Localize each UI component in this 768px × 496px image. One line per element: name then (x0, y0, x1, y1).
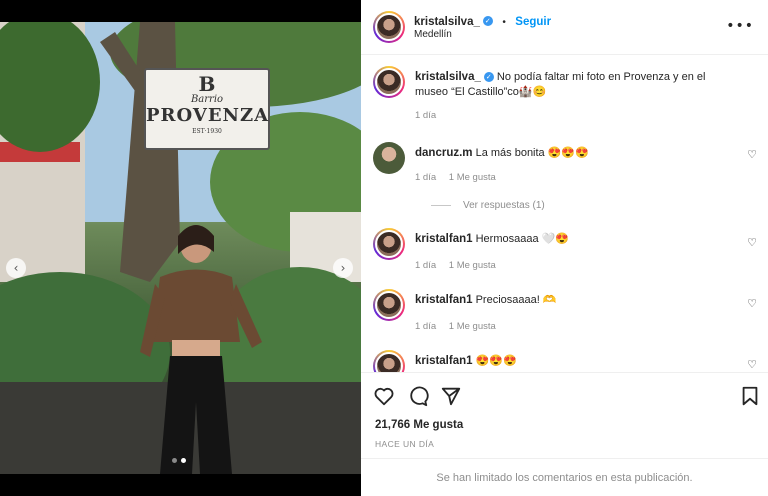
sign-line1: Barrio (190, 94, 224, 105)
post-actions: 21,766 Me gusta HACE UN DÍA (361, 372, 768, 458)
like-heart-icon[interactable] (373, 385, 395, 407)
post-photo[interactable]: B Barrio PROVENZA EST·1930 ‹ › (0, 22, 361, 474)
provenza-sign: B Barrio PROVENZA EST·1930 (144, 68, 270, 150)
caption-author[interactable]: kristalsilva_ (415, 71, 481, 83)
sign-line3: EST·1930 (192, 128, 222, 135)
comment-body: 😍😍😍 (475, 355, 517, 367)
commenter-avatar[interactable] (373, 228, 405, 260)
chevron-left-icon: ‹ (13, 261, 19, 275)
caption-avatar[interactable] (373, 66, 405, 98)
comment-body: Preciosaaaa! 🫶 (475, 294, 557, 306)
comments-list: kristalsilva_ ✓ No podía faltar mi foto e… (361, 56, 768, 372)
verified-badge-icon: ✓ (483, 72, 494, 83)
carousel-indicator (172, 458, 186, 463)
comment-bubble-icon[interactable] (407, 385, 429, 407)
post-location[interactable]: Medellín (414, 29, 452, 40)
comment-author[interactable]: kristalfan1 (415, 233, 473, 245)
author-avatar[interactable] (373, 11, 405, 43)
sign-logo: B (198, 72, 216, 96)
like-comment-heart-icon[interactable]: ♡ (747, 236, 757, 249)
comment-text: kristalfan1 😍😍😍 (415, 354, 735, 369)
carousel-prev-button[interactable]: ‹ (6, 258, 26, 278)
follow-button[interactable]: Seguir (515, 16, 551, 28)
comment-text: dancruz.m La más bonita 😍😍😍 (415, 146, 735, 161)
verified-badge-icon: ✓ (482, 15, 493, 26)
caption-row: kristalsilva_ ✓ No podía faltar mi foto e… (373, 66, 763, 128)
bookmark-save-icon[interactable] (739, 385, 761, 407)
like-comment-heart-icon[interactable]: ♡ (747, 297, 757, 310)
comment-text: kristalfan1 Hermosaaaa 🤍😍 (415, 232, 735, 247)
comment-author[interactable]: dancruz.m (415, 147, 473, 159)
post-panel: kristalsilva_ ✓ • Seguir Medellín ••• kri… (361, 0, 768, 496)
comment-time[interactable]: 1 día (415, 260, 436, 271)
share-send-icon[interactable] (440, 385, 462, 407)
like-comment-heart-icon[interactable]: ♡ (747, 358, 757, 371)
post-header: kristalsilva_ ✓ • Seguir Medellín ••• (361, 0, 768, 55)
carousel-next-button[interactable]: › (333, 258, 353, 278)
comment-likes[interactable]: 1 Me gusta (449, 172, 496, 183)
commenter-avatar[interactable] (373, 350, 405, 372)
commenter-avatar[interactable] (373, 142, 405, 174)
caption-text: kristalsilva_ ✓ No podía faltar mi foto e… (415, 70, 735, 100)
comment-meta: 1 día 1 Me gusta (415, 321, 496, 332)
comment-likes[interactable]: 1 Me gusta (449, 321, 496, 332)
separator-dot: • (502, 17, 506, 28)
comments-limited-notice: Se han limitado los comentarios en esta … (361, 458, 768, 496)
comment-row: kristalfan1 Hermosaaaa 🤍😍 ♡ 1 día 1 Me g… (373, 228, 763, 286)
post-date[interactable]: HACE UN DÍA (375, 439, 434, 449)
comment-author[interactable]: kristalfan1 (415, 294, 473, 306)
carousel-dot (172, 458, 177, 463)
more-options-icon[interactable]: ••• (726, 18, 754, 34)
comment-meta: 1 día 1 Me gusta (415, 172, 496, 183)
comment-likes[interactable]: 1 Me gusta (449, 260, 496, 271)
comment-text: kristalfan1 Preciosaaaa! 🫶 (415, 293, 735, 308)
post-media: B Barrio PROVENZA EST·1930 ‹ › (0, 0, 361, 496)
comment-time[interactable]: 1 día (415, 321, 436, 332)
comment-author[interactable]: kristalfan1 (415, 355, 473, 367)
comment-body: Hermosaaaa 🤍😍 (475, 233, 570, 245)
comment-row: dancruz.m La más bonita 😍😍😍 ♡ 1 día 1 Me… (373, 142, 763, 232)
view-replies-label: Ver respuestas (1) (463, 200, 545, 211)
commenter-avatar[interactable] (373, 289, 405, 321)
chevron-right-icon: › (340, 261, 346, 275)
comment-meta: 1 día 1 Me gusta (415, 260, 496, 271)
replies-divider (431, 204, 451, 206)
comment-row: kristalfan1 Preciosaaaa! 🫶 ♡ 1 día 1 Me … (373, 289, 763, 347)
comment-body: La más bonita 😍😍😍 (475, 147, 589, 159)
like-comment-heart-icon[interactable]: ♡ (747, 148, 757, 161)
comment-row: kristalfan1 😍😍😍 ♡ (373, 350, 763, 372)
view-replies-button[interactable]: Ver respuestas (1) (431, 200, 545, 211)
sign-line2: PROVENZA (146, 105, 270, 126)
comment-time[interactable]: 1 día (415, 172, 436, 183)
author-username[interactable]: kristalsilva_ (414, 16, 480, 28)
caption-time[interactable]: 1 día (415, 110, 436, 121)
carousel-dot-active (181, 458, 186, 463)
likes-count[interactable]: 21,766 Me gusta (375, 419, 463, 431)
